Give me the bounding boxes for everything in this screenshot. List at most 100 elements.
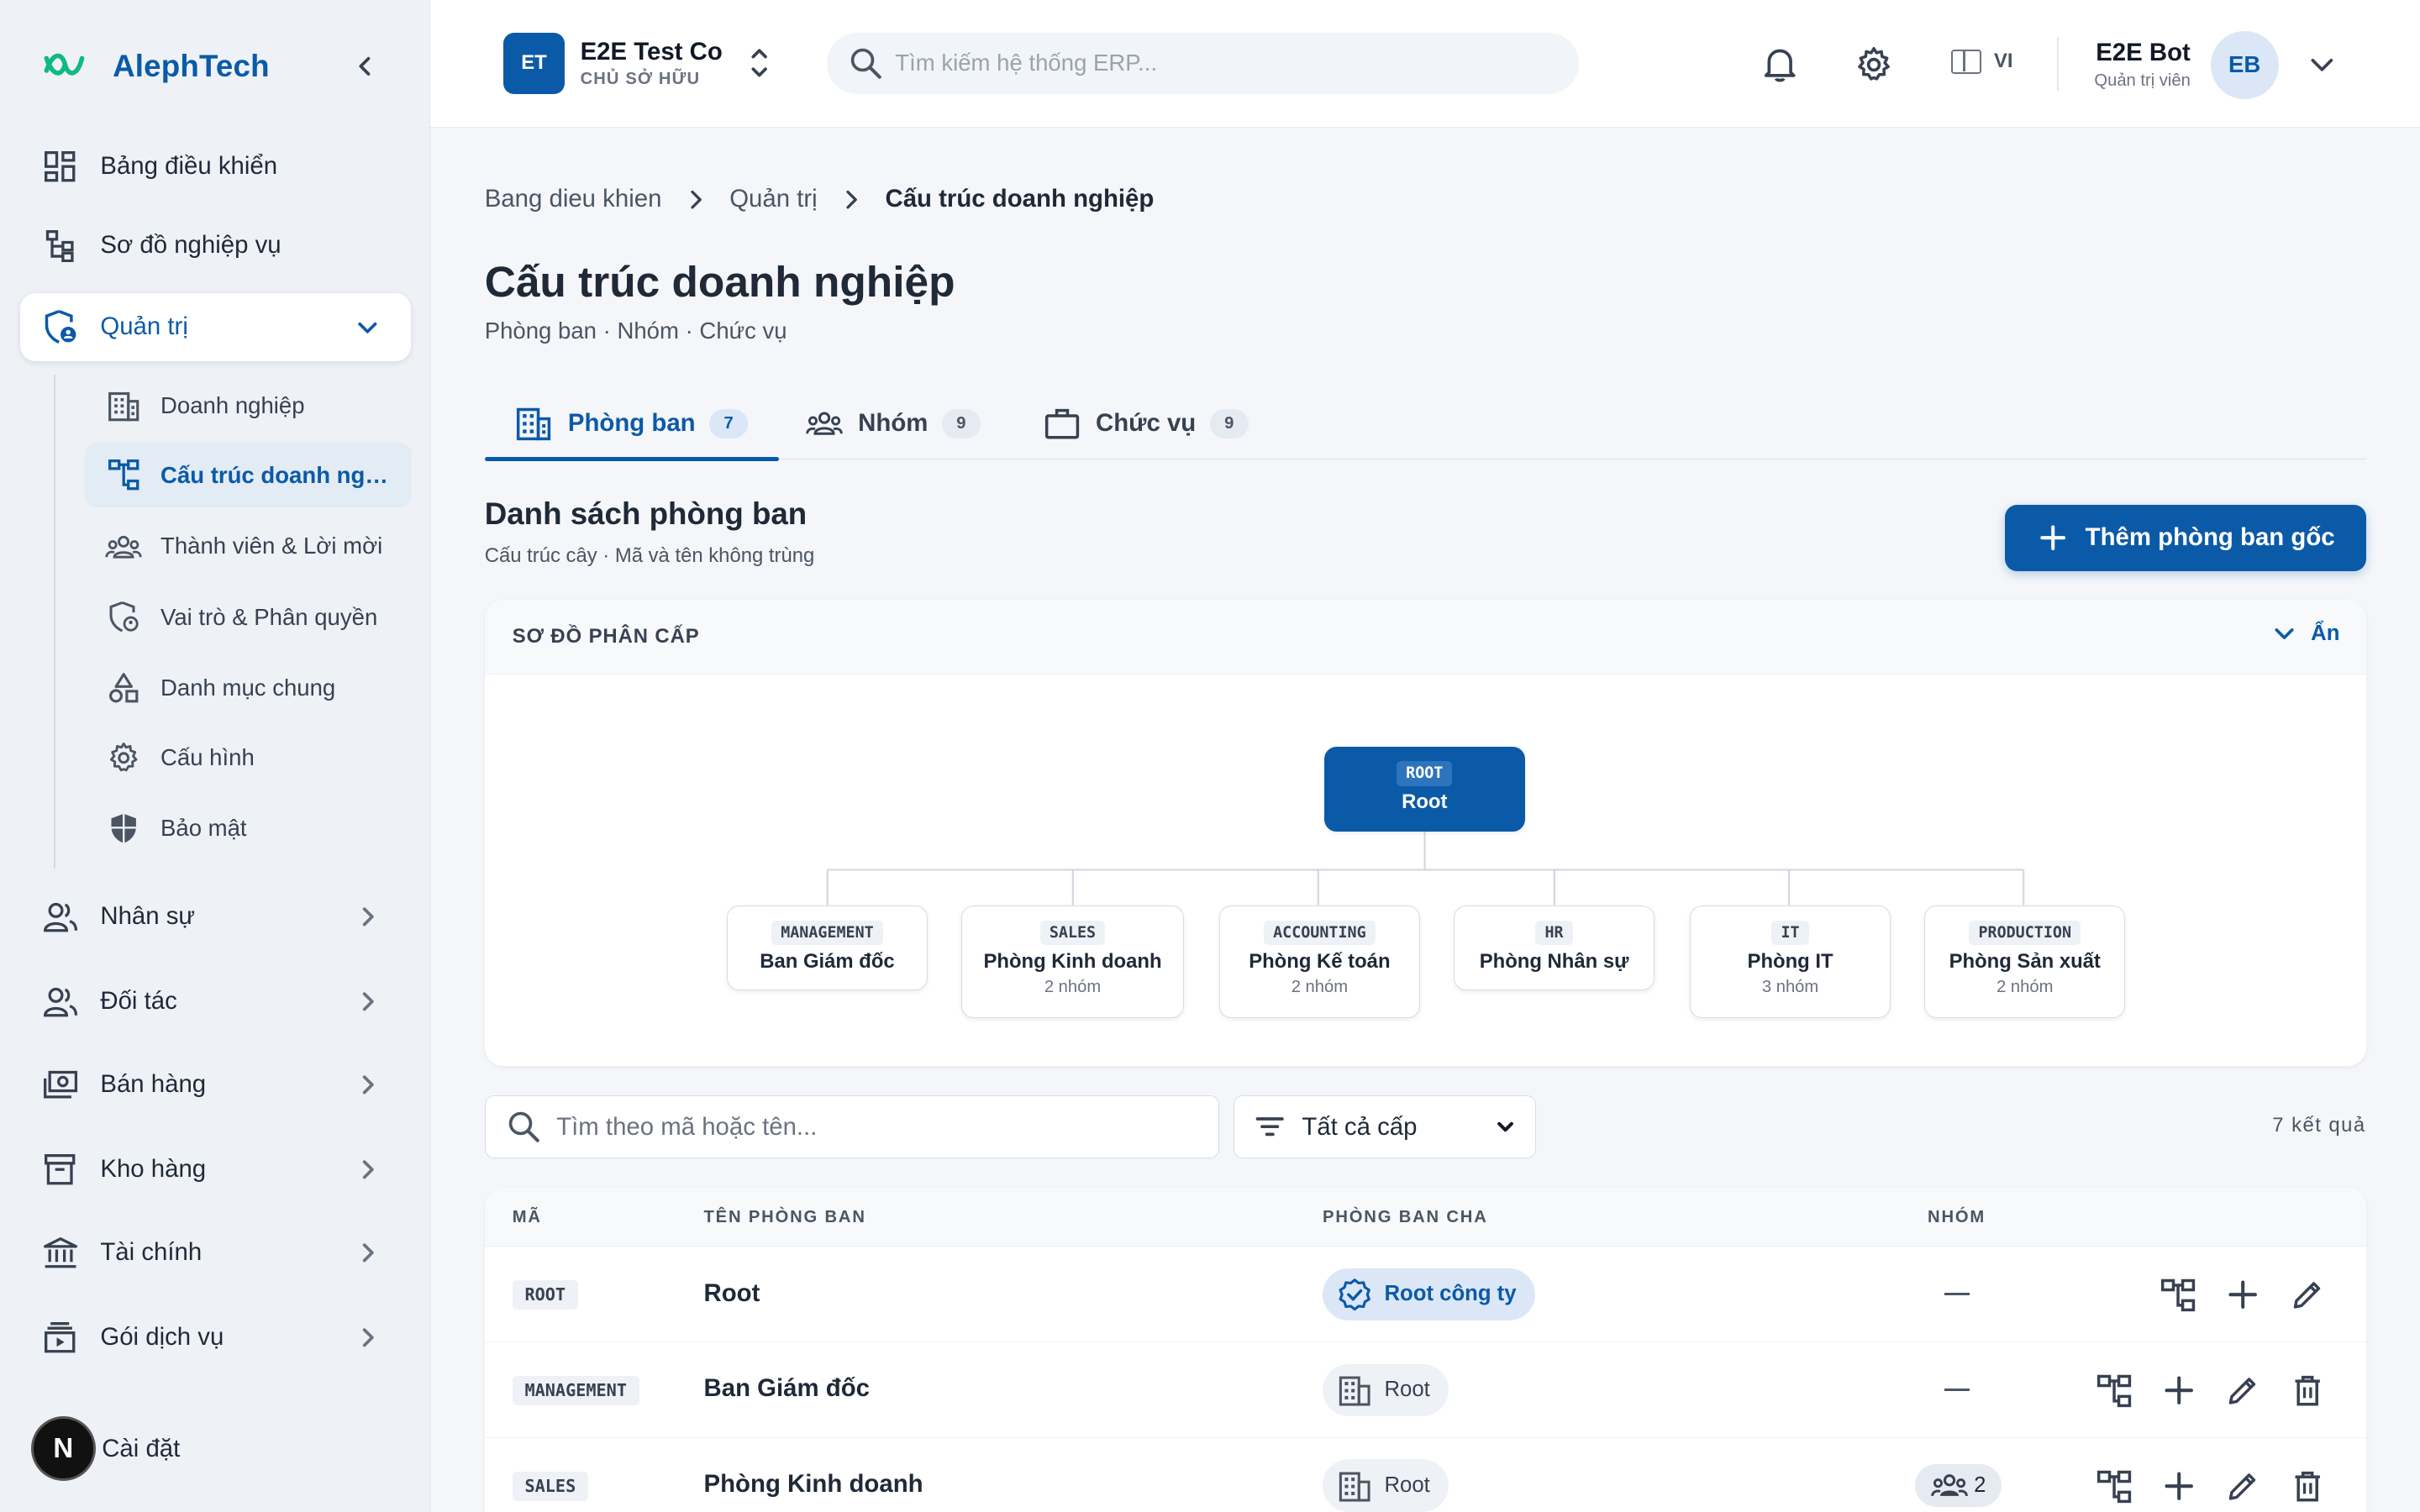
tab-groups[interactable]: Nhóm 9 [775, 387, 1012, 459]
sidebar-item-admin[interactable]: Quản trị [19, 292, 411, 361]
column-header-code[interactable]: MÃ [513, 1208, 542, 1227]
chevron-right-icon [691, 190, 702, 209]
company-switcher[interactable]: ET E2E Test Co CHỦ SỞ HỮU [502, 32, 772, 95]
sidebar-item-warehouse[interactable]: Kho hàng [20, 1136, 411, 1204]
column-header-name[interactable]: TÊN PHÒNG BAN [704, 1208, 866, 1227]
level-filter-select[interactable]: Tất cả cấp [1233, 1095, 1536, 1159]
sidebar-subitem-enterprise[interactable]: Doanh nghiệp [85, 373, 412, 438]
sidebar-item-finance[interactable]: Tài chính [20, 1219, 411, 1287]
sidebar-item-business-map[interactable]: Sơ đồ nghiệp vụ [20, 212, 411, 280]
plus-icon [2165, 1471, 2194, 1500]
department-name: Phòng Kinh doanh [703, 1470, 923, 1499]
parent-name: Root [1384, 1473, 1430, 1498]
breadcrumb-link-dashboard[interactable]: Bang dieu khien [485, 185, 662, 213]
sidebar-item-hr[interactable]: Nhân sự [20, 883, 411, 951]
chevron-left-icon [359, 56, 371, 76]
view-tree-button[interactable] [2158, 1274, 2198, 1315]
edit-button[interactable] [2223, 1370, 2263, 1410]
language-switcher[interactable]: VI [1950, 49, 2013, 75]
tree-icon [2097, 1470, 2132, 1503]
tab-departments[interactable]: Phòng ban 7 [484, 387, 779, 462]
sidebar-subitem-members[interactable]: Thành viên & Lời mời [85, 514, 412, 579]
building-icon [105, 387, 142, 424]
trash-icon [2295, 1471, 2320, 1501]
sidebar-subitem-label: Cấu hình [160, 743, 255, 770]
tab-label: Nhóm [858, 409, 929, 438]
sidebar-item-dashboard[interactable]: Bảng điều khiển [20, 133, 411, 201]
tree-node-root[interactable]: ROOT Root [1323, 746, 1525, 832]
notifications-button[interactable] [1760, 45, 1800, 85]
role-shield-icon [105, 599, 142, 636]
bell-icon [1764, 49, 1796, 82]
edit-button[interactable] [2287, 1274, 2328, 1315]
tree-node-accounting[interactable]: ACCOUNTING Phòng Kế toán 2 nhóm [1218, 906, 1420, 1019]
verified-badge-icon [1339, 1278, 1371, 1310]
table-row[interactable]: SALES Phòng Kinh doanh Root 2 [485, 1438, 2366, 1512]
sidebar-subitem-label: Cấu trúc doanh nghiệp [160, 461, 392, 488]
company-badge: ET [502, 32, 566, 95]
department-search[interactable] [484, 1095, 1219, 1159]
sidebar-item-settings[interactable]: Cài đặt [102, 1435, 180, 1463]
gear-icon [105, 739, 142, 776]
tree-node-code: ACCOUNTING [1264, 920, 1376, 946]
add-child-button[interactable] [2223, 1274, 2263, 1315]
delete-button[interactable] [2287, 1466, 2328, 1506]
sidebar-item-sales[interactable]: Bán hàng [20, 1051, 411, 1119]
global-search[interactable] [827, 32, 1579, 95]
sidebar-subitem-config[interactable]: Cấu hình [85, 725, 412, 790]
add-root-department-button[interactable]: Thêm phòng ban gốc [2004, 504, 2366, 571]
add-child-button[interactable] [2160, 1466, 2200, 1506]
company-name: E2E Test Co [580, 37, 723, 66]
sidebar-subitem-structure[interactable]: Cấu trúc doanh nghiệp [85, 443, 413, 508]
section-subtitle: Cấu trúc cây · Mã và tên không trùng [484, 544, 815, 568]
tree-node-hr[interactable]: HR Phòng Nhân sự [1454, 906, 1655, 991]
department-code: SALES [512, 1472, 588, 1502]
tree-node-code: ROOT [1397, 761, 1453, 786]
structure-tabs: Phòng ban 7 Nhóm 9 Chức vụ 9 [484, 387, 2366, 462]
department-search-input[interactable] [556, 1112, 1174, 1142]
table-row[interactable]: MANAGEMENT Ban Giám đốc Root [484, 1342, 2366, 1438]
add-child-button[interactable] [2160, 1370, 2200, 1410]
chevron-down-icon [2311, 58, 2333, 71]
brand[interactable]: AlephTech [40, 43, 270, 89]
tree-node-sales[interactable]: SALES Phòng Kinh doanh 2 nhóm [961, 906, 1184, 1019]
search-icon [509, 1112, 540, 1143]
tab-positions[interactable]: Chức vụ 9 [1013, 387, 1280, 459]
column-header-parent[interactable]: PHÒNG BAN CHA [1323, 1208, 1488, 1227]
sidebar-item-label: Nhân sự [100, 901, 196, 930]
tree-node-production[interactable]: PRODUCTION Phòng Sản xuất 2 nhóm [1924, 906, 2126, 1019]
department-name: Root [703, 1278, 760, 1307]
sidebar-subitem-roles[interactable]: Vai trò & Phân quyền [85, 585, 412, 649]
tree-icon [2097, 1374, 2132, 1407]
no-groups-dash [1944, 1293, 1970, 1295]
collapse-sidebar-button[interactable] [349, 50, 382, 83]
table-row[interactable]: ROOT Root Root công ty [484, 1247, 2366, 1342]
edit-button[interactable] [2223, 1466, 2263, 1506]
chevron-right-icon [362, 1160, 374, 1179]
hierarchy-card: SƠ ĐỒ PHÂN CẤP Ẩn ROOT Root MANAGEMENT B… [484, 600, 2366, 1067]
flag-icon [1950, 49, 1982, 75]
next-dev-badge-button[interactable]: N [30, 1416, 96, 1482]
sidebar-item-plans[interactable]: Gói dịch vụ [20, 1304, 411, 1372]
column-header-groups[interactable]: NHÓM [1928, 1208, 1986, 1227]
top-header: ET E2E Test Co CHỦ SỞ HỮU VI E2E Bot Quả… [430, 0, 2420, 129]
tree-node-management[interactable]: MANAGEMENT Ban Giám đốc [727, 906, 928, 991]
sidebar-item-partners[interactable]: Đối tác [20, 968, 411, 1036]
level-filter-value: Tất cả cấp [1302, 1112, 1418, 1141]
tree-node-it[interactable]: IT Phòng IT 3 nhóm [1690, 906, 1891, 1019]
tree-node-name: Phòng Sản xuất [1949, 949, 2101, 973]
tree-node-name: Phòng IT [1747, 949, 1833, 973]
sidebar-subitem-catalog[interactable]: Danh mục chung [85, 656, 412, 721]
global-search-input[interactable] [895, 50, 1544, 77]
gear-icon [1857, 47, 1890, 81]
view-tree-button[interactable] [2094, 1466, 2134, 1506]
delete-button[interactable] [2287, 1370, 2328, 1410]
parent-chip: Root công ty [1323, 1268, 1535, 1321]
brand-name: AlephTech [113, 48, 270, 83]
user-menu[interactable]: E2E Bot Quản trị viên EB [2094, 30, 2337, 99]
sidebar-subitem-security[interactable]: Bảo mật [85, 796, 412, 861]
group-count-chip[interactable]: 2 [1915, 1464, 2002, 1508]
breadcrumb-link-admin[interactable]: Quản trị [729, 185, 818, 213]
view-tree-button[interactable] [2094, 1370, 2134, 1410]
settings-button[interactable] [1854, 45, 1894, 85]
